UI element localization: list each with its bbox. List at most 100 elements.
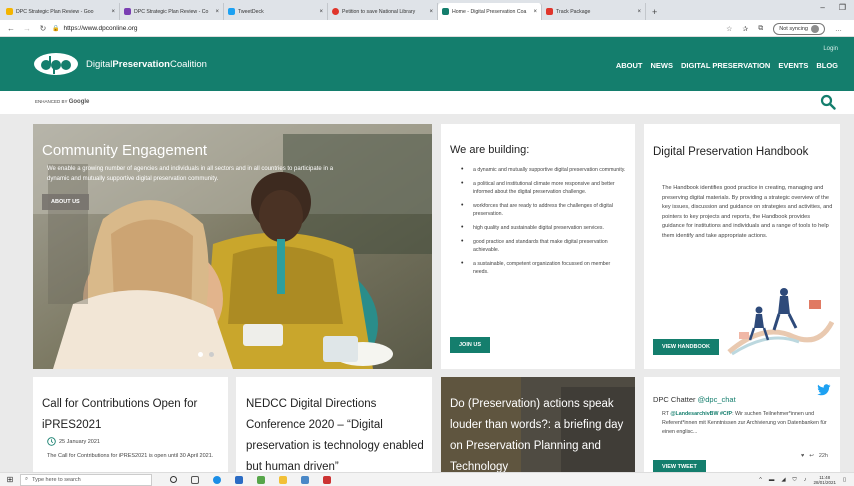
close-icon[interactable]: × xyxy=(215,9,219,15)
volume-icon[interactable]: ♪ xyxy=(804,477,807,483)
search-icon[interactable] xyxy=(820,94,836,110)
view-handbook-button[interactable]: VIEW HANDBOOK xyxy=(653,339,719,355)
nav-digital-preservation[interactable]: DIGITAL PRESERVATION xyxy=(681,61,770,70)
shield-icon[interactable]: ⛉ xyxy=(793,477,797,484)
notifications-icon[interactable]: ▯ xyxy=(843,477,846,483)
site-search-bar[interactable]: ENHANCED BY Google xyxy=(0,91,854,114)
favorite-star-icon[interactable]: ☆ xyxy=(726,25,732,33)
new-tab-button[interactable]: + xyxy=(646,3,663,20)
edge-icon[interactable] xyxy=(213,475,221,484)
app-icon[interactable] xyxy=(301,475,309,484)
like-icon[interactable]: ♥ xyxy=(801,453,804,459)
search-icon: ⌕ xyxy=(25,476,29,482)
task-view-icon[interactable] xyxy=(191,475,199,484)
url-field[interactable]: https://www.dpconline.org xyxy=(63,25,137,32)
browser-tab[interactable]: DPC Strategic Plan Review - Goo × xyxy=(2,3,120,20)
hero-carousel[interactable]: Community Engagement We enable a growing… xyxy=(33,124,432,369)
reply-icon[interactable]: ↩ xyxy=(809,453,814,459)
main-nav: ABOUT NEWS DIGITAL PRESERVATION EVENTS B… xyxy=(616,61,838,70)
cortana-icon[interactable] xyxy=(170,476,177,483)
building-list: a dynamic and mutually supportive digita… xyxy=(461,166,626,282)
close-icon[interactable]: × xyxy=(637,9,641,15)
mention-link[interactable]: @LandesarchivBW xyxy=(670,411,718,417)
enhanced-by-google: ENHANCED BY Google xyxy=(35,99,89,105)
package-icon xyxy=(546,8,553,15)
windows-start-icon[interactable]: ⊞ xyxy=(0,475,20,484)
news-title[interactable]: Call for Contributions Open for iPRES202… xyxy=(42,394,222,436)
news-card[interactable]: Call for Contributions Open for iPRES202… xyxy=(33,377,228,472)
list-item: good practice and standards that make di… xyxy=(461,238,626,254)
twitter-handle-link[interactable]: @dpc_chat xyxy=(698,395,736,404)
close-icon[interactable]: × xyxy=(429,9,433,15)
outlook-icon[interactable] xyxy=(235,475,243,484)
carousel-dot[interactable] xyxy=(198,352,203,357)
hashtag-link[interactable]: #CfP xyxy=(720,411,732,417)
nav-about[interactable]: ABOUT xyxy=(616,61,643,70)
clock[interactable]: 11:48 28/01/2021 xyxy=(813,475,836,485)
dpc-logo-icon[interactable] xyxy=(33,52,79,76)
wifi-icon[interactable]: ◢ xyxy=(781,477,785,483)
nav-events[interactable]: EVENTS xyxy=(778,61,808,70)
nav-news[interactable]: NEWS xyxy=(650,61,673,70)
browser-tab[interactable]: Track Package × xyxy=(542,3,646,20)
handbook-title: Digital Preservation Handbook xyxy=(653,146,809,158)
restore-icon[interactable]: ❐ xyxy=(839,3,846,12)
minimize-icon[interactable]: – xyxy=(820,3,824,12)
app-icon[interactable] xyxy=(323,475,331,484)
google-sheets-icon xyxy=(6,8,13,15)
taskbar-apps xyxy=(170,475,331,484)
tab-title: Track Package xyxy=(556,8,591,15)
browser-tab[interactable]: TweetDeck × xyxy=(224,3,328,20)
join-us-button[interactable]: JOIN US xyxy=(450,337,491,353)
network-icon[interactable]: ▬ xyxy=(769,477,775,483)
favorites-icon[interactable]: ✰ xyxy=(742,25,748,33)
tweet-time: 22h xyxy=(818,453,828,459)
more-menu-icon[interactable]: … xyxy=(835,26,842,33)
browser-tab[interactable]: DPC Strategic Plan Review - Co × xyxy=(120,3,224,20)
browser-tab-active[interactable]: Home - Digital Preservation Coa × xyxy=(438,3,542,20)
about-us-button[interactable]: ABOUT US xyxy=(42,194,89,210)
news-card-image[interactable]: Do (Preservation) actions speak louder t… xyxy=(441,377,635,472)
sync-button[interactable]: Not syncing xyxy=(773,23,825,35)
taskbar-search[interactable]: ⌕ Type here to search xyxy=(20,473,152,486)
tweetdeck-icon xyxy=(228,8,235,15)
hero-text: We enable a growing number of agencies a… xyxy=(47,166,334,182)
nav-blog[interactable]: BLOG xyxy=(816,61,838,70)
twitter-bird-icon[interactable] xyxy=(817,384,831,396)
news-card[interactable]: NEDCC Digital Directions Conference 2020… xyxy=(236,377,432,473)
chevron-up-icon[interactable]: ^ xyxy=(759,477,762,483)
google-label: Google xyxy=(68,99,90,105)
forward-arrow-icon[interactable]: → xyxy=(22,24,32,33)
site-header: DigitalPreservationCoalition Login ABOUT… xyxy=(0,37,854,91)
handbook-illustration xyxy=(727,288,834,356)
close-icon[interactable]: × xyxy=(533,9,537,15)
browser-tab[interactable]: Petition to save National Library × xyxy=(328,3,438,20)
tweet-meta: ♥ ↩ 22h xyxy=(801,453,828,459)
enhanced-label: ENHANCED BY xyxy=(35,99,68,104)
tab-title: DPC Strategic Plan Review - Goo xyxy=(16,8,94,15)
list-item: a political and institutional climate mo… xyxy=(461,180,626,196)
close-icon[interactable]: × xyxy=(111,9,115,15)
taskbar-search-placeholder: Type here to search xyxy=(32,476,81,483)
refresh-icon[interactable]: ↻ xyxy=(38,24,48,33)
list-item: a sustainable, competent organization fo… xyxy=(461,260,626,276)
login-link[interactable]: Login xyxy=(823,46,838,52)
news-date-text: 25 January 2021 xyxy=(59,438,100,445)
avatar xyxy=(811,25,819,33)
folder-icon[interactable] xyxy=(279,475,287,484)
back-arrow-icon[interactable]: ← xyxy=(6,24,16,33)
tab-title: Petition to save National Library xyxy=(342,8,416,15)
news-title[interactable]: NEDCC Digital Directions Conference 2020… xyxy=(246,394,426,478)
tab-title: DPC Strategic Plan Review - Co xyxy=(134,8,209,15)
collections-icon[interactable]: ⧉ xyxy=(758,25,763,33)
app-icon[interactable] xyxy=(257,475,265,484)
clock-icon xyxy=(47,437,56,446)
hero-title: Community Engagement xyxy=(42,142,208,159)
lock-icon[interactable]: 🔒 xyxy=(52,25,59,32)
twitter-label: DPC Chatter xyxy=(653,395,696,404)
news-title[interactable]: Do (Preservation) actions speak louder t… xyxy=(450,394,632,472)
carousel-dot[interactable] xyxy=(209,352,214,357)
forms-icon xyxy=(124,8,131,15)
close-icon[interactable]: × xyxy=(319,9,323,15)
site-brand-name[interactable]: DigitalPreservationCoalition xyxy=(86,59,207,70)
